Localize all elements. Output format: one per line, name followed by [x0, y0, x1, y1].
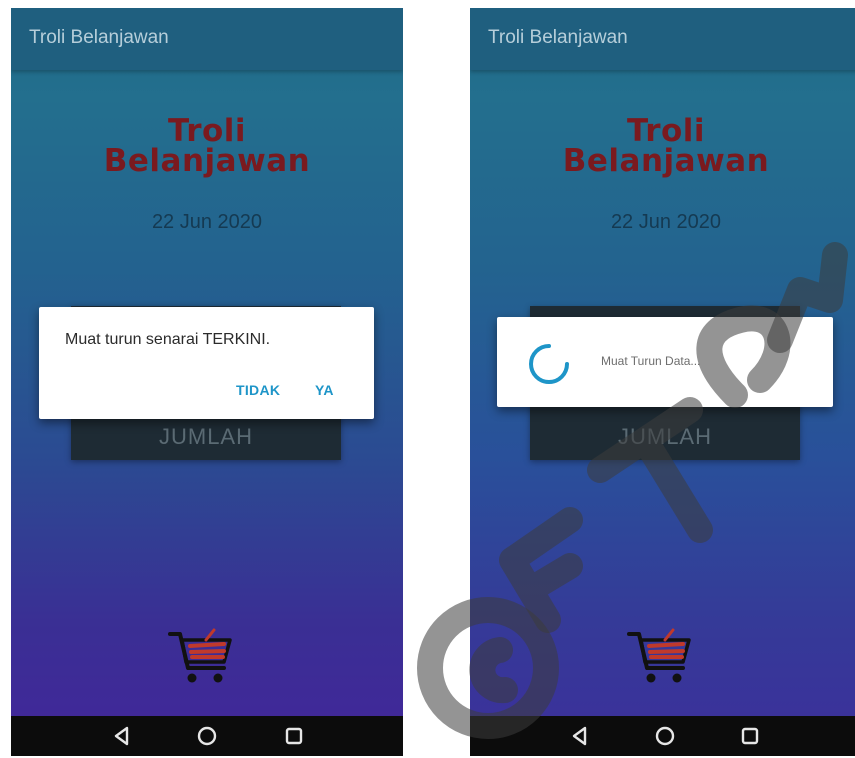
- jumlah-button-label: JUMLAH: [617, 424, 712, 449]
- hero-title-line2: Belanjawan: [562, 143, 770, 179]
- recents-square-icon[interactable]: [282, 724, 306, 748]
- dialog-message: Muat turun senarai TERKINI.: [65, 331, 271, 348]
- shopping-cart-icon: [168, 628, 232, 683]
- current-date: 22 Jun 2020: [610, 211, 722, 233]
- app-bar: Troli Belanjawan: [470, 8, 855, 70]
- hero-title-line1: Troli: [626, 113, 706, 149]
- home-circle-icon[interactable]: [195, 724, 219, 748]
- current-date: 22 Jun 2020: [151, 211, 263, 233]
- confirm-download-dialog: Muat turun senarai TERKINI. TIDAK YA: [39, 307, 374, 419]
- home-circle-icon[interactable]: [653, 724, 677, 748]
- app-bar: Troli Belanjawan: [11, 8, 403, 70]
- system-nav-bar: [11, 716, 403, 756]
- left-phone-screen: Troli Belanjawan Troli Belanjawan 22 Jun…: [11, 8, 403, 756]
- loading-spinner-icon: [529, 344, 569, 384]
- hero-title: Troli Belanjawan: [11, 113, 403, 179]
- download-progress-dialog: Muat Turun Data...: [497, 317, 833, 407]
- recents-square-icon[interactable]: [738, 724, 762, 748]
- hero-title-line2: Belanjawan: [103, 143, 311, 179]
- system-nav-bar: [470, 716, 855, 756]
- progress-message: Muat Turun Data...: [601, 354, 701, 368]
- screenshot-stage: Troli Belanjawan Troli Belanjawan 22 Jun…: [0, 0, 855, 758]
- hero-title-line1: Troli: [167, 113, 247, 149]
- tidak-button[interactable]: TIDAK: [236, 382, 280, 398]
- ya-button[interactable]: YA: [315, 382, 334, 398]
- app-bar-title: Troli Belanjawan: [29, 27, 169, 48]
- jumlah-button-label: JUMLAH: [158, 424, 253, 449]
- shopping-cart-icon: [627, 628, 691, 683]
- back-triangle-icon[interactable]: [110, 724, 134, 748]
- right-phone-screen: Troli Belanjawan Troli Belanjawan 22 Jun…: [470, 8, 855, 756]
- hero-title: Troli Belanjawan: [470, 113, 855, 179]
- back-triangle-icon[interactable]: [568, 724, 592, 748]
- app-bar-title: Troli Belanjawan: [488, 27, 628, 48]
